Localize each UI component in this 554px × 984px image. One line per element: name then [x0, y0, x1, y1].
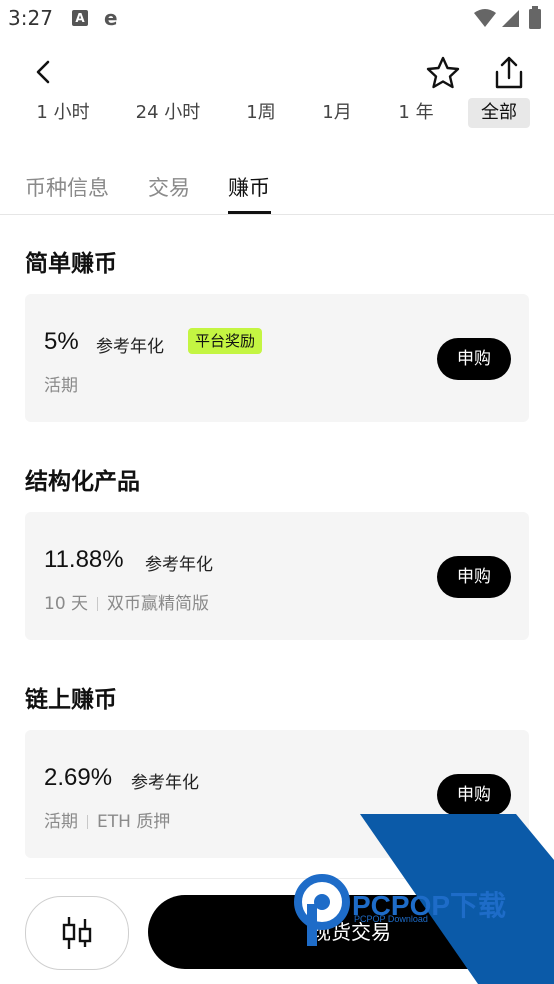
product-detail: 双币赢精简版: [107, 594, 210, 614]
product-card-onchain[interactable]: 2.69% 参考年化 活期 ETH 质押 申购: [25, 730, 529, 858]
range-1y[interactable]: 1 年: [390, 98, 442, 128]
section-title-simple-earn: 简单赚币: [25, 251, 117, 277]
candlestick-icon: [62, 917, 92, 949]
wifi-icon: [474, 9, 496, 27]
subscribe-button[interactable]: 申购: [437, 556, 511, 598]
apr-label: 参考年化: [96, 337, 164, 357]
apr-label: 参考年化: [145, 555, 213, 575]
product-card-simple-earn[interactable]: 5% 参考年化 平台奖励 活期 申购: [25, 294, 529, 422]
section-title-onchain-earn: 链上赚币: [25, 687, 117, 713]
range-1h[interactable]: 1 小时: [30, 98, 96, 128]
notification-a-icon: A: [72, 10, 88, 26]
star-icon[interactable]: [424, 54, 462, 92]
time-range-selector: 1 小时 24 小时 1周 1月 1 年 全部: [0, 98, 554, 132]
product-term: 10 天双币赢精简版: [44, 589, 209, 614]
subscribe-button[interactable]: 申购: [437, 338, 511, 380]
range-1w[interactable]: 1周: [238, 98, 284, 128]
notification-e-icon: e: [104, 6, 118, 30]
product-term: 活期 ETH 质押: [44, 807, 170, 832]
platform-reward-badge: 平台奖励: [188, 328, 263, 354]
apr-rate: 11.88%: [44, 546, 124, 573]
spot-trade-button[interactable]: 现货交易: [148, 895, 554, 969]
back-arrow-icon[interactable]: [28, 56, 60, 88]
term-label: 活期: [44, 812, 78, 832]
active-tab-indicator: [228, 211, 271, 214]
range-all[interactable]: 全部: [468, 98, 530, 128]
tab-bar: 币种信息 交易 赚币: [0, 166, 554, 215]
range-1m[interactable]: 1月: [314, 98, 360, 128]
term-label: 活期: [44, 376, 78, 396]
range-24h[interactable]: 24 小时: [130, 98, 206, 128]
tab-trade[interactable]: 交易: [148, 172, 190, 202]
separator: [87, 815, 88, 829]
top-bar: [0, 44, 554, 100]
product-detail: ETH 质押: [97, 812, 171, 832]
subscribe-button[interactable]: 申购: [437, 774, 511, 816]
share-icon[interactable]: [490, 54, 528, 92]
section-title-structured-products: 结构化产品: [25, 469, 140, 495]
term-label: 10 天: [44, 594, 89, 614]
divider: [25, 878, 529, 879]
product-term: 活期: [44, 371, 78, 396]
battery-icon: [529, 6, 541, 29]
status-bar: 3:27 A e: [0, 0, 554, 38]
separator: [97, 597, 99, 611]
tab-coin-info[interactable]: 币种信息: [25, 172, 109, 202]
apr-label: 参考年化: [131, 773, 199, 793]
kline-chart-button[interactable]: [25, 896, 129, 970]
tab-earn[interactable]: 赚币: [228, 172, 270, 202]
status-time: 3:27: [8, 6, 53, 30]
apr-rate: 2.69%: [44, 764, 113, 791]
product-card-structured[interactable]: 11.88% 参考年化 10 天双币赢精简版 申购: [25, 512, 529, 640]
signal-icon: [502, 10, 519, 27]
apr-rate: 5%: [44, 328, 79, 355]
bottom-action-bar: 现货交易: [0, 880, 554, 984]
